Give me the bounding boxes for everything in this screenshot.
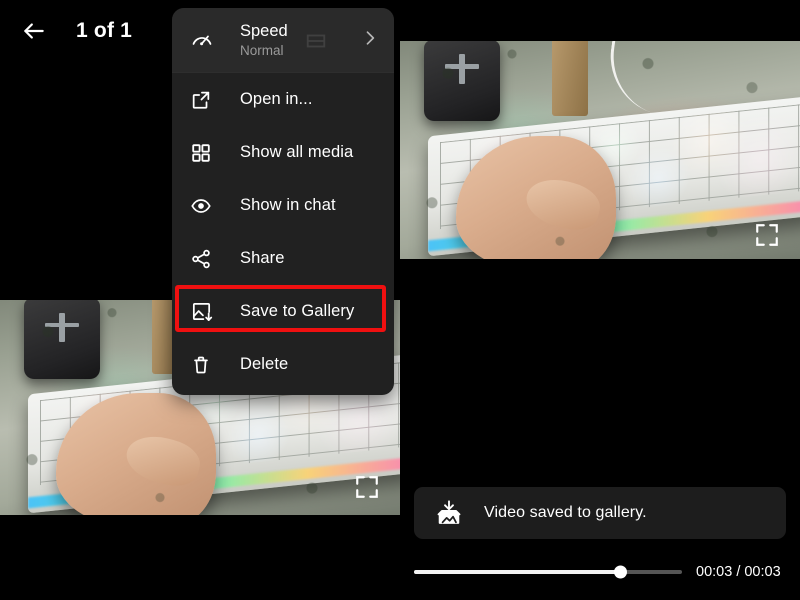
menu-item-save-to-gallery[interactable]: Save to Gallery (172, 285, 394, 338)
keyboard-light-strip (28, 457, 400, 509)
back-button[interactable] (6, 3, 62, 59)
fullscreen-icon (754, 224, 780, 252)
save-image-icon (190, 300, 224, 323)
stool-leg-object (552, 30, 588, 117)
toast-notification: Video saved to gallery. (414, 487, 786, 539)
menu-item-label: Open in... (240, 90, 313, 108)
menu-item-label: Save to Gallery (240, 302, 355, 320)
seek-thumb[interactable] (614, 565, 628, 579)
toast-message: Video saved to gallery. (484, 504, 647, 521)
chevron-right-icon (360, 28, 380, 53)
video-frame-image (400, 30, 800, 270)
right-panel: Video saved to gallery. 00:03 / 00:03 (400, 0, 800, 600)
letterbox-top (400, 30, 800, 41)
hand-object (56, 393, 216, 526)
player-controls: 00:03 / 00:03 (400, 558, 800, 586)
seek-progress-fill (414, 570, 621, 574)
cable-object (602, 30, 753, 126)
speed-value: Normal (240, 42, 284, 58)
context-menu: Speed Normal Open in... Show all media S… (172, 8, 394, 395)
seek-bar[interactable] (414, 565, 682, 579)
speaker-object (424, 39, 500, 122)
menu-item-label: Show all media (240, 143, 354, 161)
menu-item-open-in[interactable]: Open in... (172, 73, 394, 126)
trash-icon (190, 354, 224, 376)
time-label: 00:03 / 00:03 (696, 564, 781, 580)
keyboard-object (428, 96, 800, 257)
menu-item-show-all-media[interactable]: Show all media (172, 126, 394, 179)
speaker-object (24, 298, 100, 380)
fullscreen-icon (354, 476, 380, 504)
menu-item-label: Show in chat (240, 196, 336, 214)
hand-object (456, 135, 616, 270)
keyboard-keys (439, 104, 800, 230)
eye-icon (190, 195, 224, 217)
keyboard-light-strip (428, 200, 800, 252)
speed-title: Speed (240, 21, 288, 40)
fullscreen-button[interactable] (754, 222, 784, 252)
letterbox-bottom (400, 259, 800, 270)
menu-item-label: Delete (240, 355, 289, 373)
speedometer-icon (190, 28, 224, 52)
save-to-gallery-icon (434, 498, 464, 528)
external-link-icon (190, 89, 224, 111)
menu-item-show-in-chat[interactable]: Show in chat (172, 179, 394, 232)
letterbox-bottom (0, 515, 400, 526)
fullscreen-button[interactable] (354, 474, 384, 504)
grid-icon (190, 142, 224, 164)
share-icon (190, 248, 224, 270)
menu-item-share[interactable]: Share (172, 232, 394, 285)
keyboard-rgb-glow (439, 104, 800, 230)
menu-item-delete[interactable]: Delete (172, 338, 394, 391)
left-panel: 1 of 1 Speed Normal Open in... Show all … (0, 0, 400, 600)
menu-item-label: Share (240, 249, 285, 267)
right-media-viewer[interactable] (400, 30, 800, 270)
arrow-left-icon (21, 18, 47, 44)
menu-item-speed[interactable]: Speed Normal (172, 8, 394, 72)
screenshot-root: 1 of 1 Speed Normal Open in... Show all … (0, 0, 800, 600)
ghost-placeholder-icon (304, 30, 328, 52)
page-counter: 1 of 1 (76, 19, 133, 42)
